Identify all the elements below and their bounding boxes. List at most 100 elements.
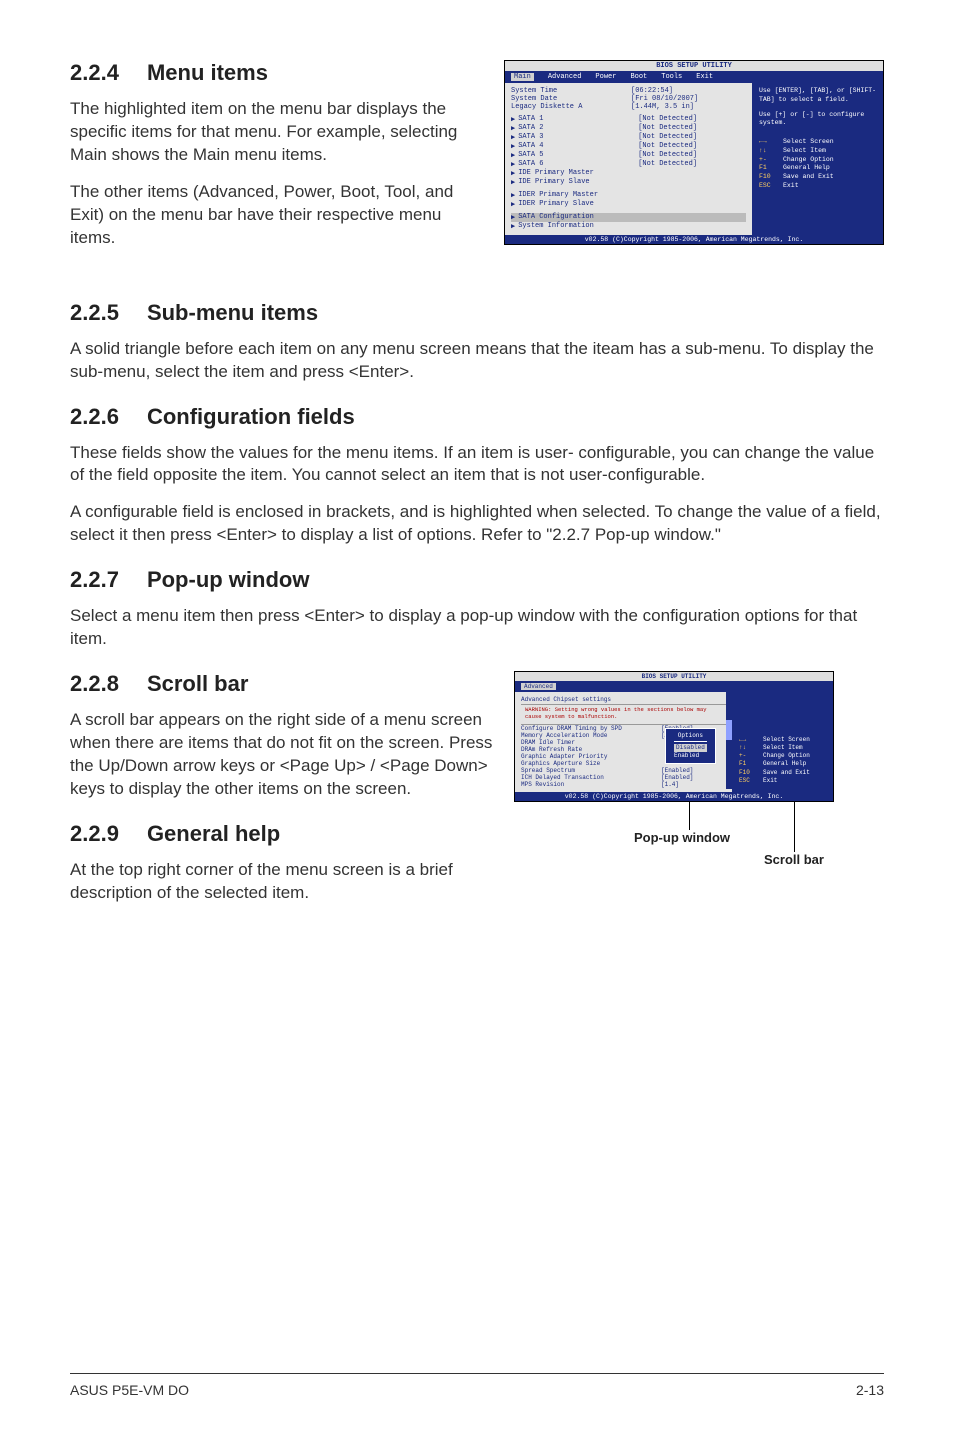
help-text: Use [ENTER], [TAB], or [SHIFT-TAB] to se… (759, 87, 877, 105)
field-label: ICH Delayed Transaction (521, 774, 661, 781)
field-label: Spread Spectrum (521, 767, 661, 774)
triangle-icon: ▶ (511, 151, 515, 160)
field-value: [Not Detected] (638, 133, 697, 142)
field-label: SATA 4 (518, 142, 638, 151)
field-label: Configure DRAM Timing by SPD (521, 725, 661, 732)
key-hint: ↑↓ (739, 744, 763, 752)
key-desc: Change Option (763, 752, 810, 759)
field-label: SATA Configuration (518, 213, 638, 222)
bios-tab: Exit (696, 73, 713, 81)
bios-copyright: v02.58 (C)Copyright 1985-2006, American … (505, 235, 883, 244)
bios-title: BIOS SETUP UTILITY (515, 672, 833, 681)
triangle-icon: ▶ (511, 222, 515, 231)
triangle-icon: ▶ (511, 213, 515, 222)
field-value: [Not Detected] (638, 115, 697, 124)
paragraph: The other items (Advanced, Power, Boot, … (70, 181, 486, 250)
popup-option: Enabled (674, 752, 707, 760)
field-label: Graphic Adapter Priority (521, 753, 661, 760)
field-value: [1.44M, 3.5 in] (631, 103, 694, 111)
field-label: IDER Primary Slave (518, 200, 638, 209)
heading-number: 2.2.4 (70, 60, 119, 86)
triangle-icon: ▶ (511, 191, 515, 200)
bios-tab: Boot (630, 73, 647, 81)
key-desc: Exit (763, 777, 777, 784)
key-desc: Select Screen (763, 736, 810, 743)
help-text: Use [+] or [-] to configure system. (759, 111, 877, 129)
field-label: DRAM Idle Timer (521, 739, 661, 746)
footer-left: ASUS P5E-VM DO (70, 1382, 189, 1398)
triangle-icon: ▶ (511, 169, 515, 178)
triangle-icon: ▶ (511, 115, 515, 124)
key-hint: ESC (739, 777, 763, 785)
triangle-icon: ▶ (511, 200, 515, 209)
key-desc: Change Option (783, 156, 834, 163)
field-value: [Fri 08/10/2007] (631, 95, 698, 103)
bios-scrollbar (726, 690, 732, 789)
heading-number: 2.2.7 (70, 567, 119, 593)
bios-warning: WARNING: Setting wrong values in the sec… (521, 705, 726, 725)
field-label: DRAm Refresh Rate (521, 746, 661, 753)
bios-help-panel: Use [ENTER], [TAB], or [SHIFT-TAB] to se… (753, 83, 883, 235)
field-label: IDE Primary Slave (518, 178, 638, 187)
heading-number: 2.2.6 (70, 404, 119, 430)
heading-number: 2.2.8 (70, 671, 119, 697)
key-hint: F10 (759, 173, 783, 182)
key-hint: ↑↓ (759, 147, 783, 156)
heading-229: 2.2.9General help (70, 821, 496, 847)
callout-popup-label: Pop-up window (634, 830, 730, 845)
heading-title: Menu items (147, 60, 268, 85)
heading-title: Sub-menu items (147, 300, 318, 325)
key-desc: Exit (783, 182, 799, 189)
key-hint: F10 (739, 769, 763, 777)
triangle-icon: ▶ (511, 142, 515, 151)
field-label: MPS Revision (521, 781, 661, 788)
bios-tab: Tools (661, 73, 682, 81)
field-label: SATA 5 (518, 151, 638, 160)
paragraph: A solid triangle before each item on any… (70, 338, 884, 384)
field-label: IDER Primary Master (518, 191, 638, 200)
heading-227: 2.2.7 Pop-up window (70, 567, 884, 593)
popup-option: Disabled (674, 744, 707, 752)
callout-scroll-label: Scroll bar (764, 852, 824, 867)
bios-popup-window: Options Disabled Enabled (665, 728, 716, 764)
heading-number: 2.2.9 (70, 821, 119, 847)
field-label: SATA 1 (518, 115, 638, 124)
bios-scrollthumb (726, 720, 732, 740)
triangle-icon: ▶ (511, 124, 515, 133)
key-desc: General Help (783, 164, 830, 171)
bios-menubar: Main Advanced Power Boot Tools Exit (505, 71, 883, 83)
heading-title: Pop-up window (147, 567, 310, 592)
field-value: [1.4] (661, 781, 679, 788)
bios-tab-main: Main (511, 73, 534, 81)
bios-tab: Advanced (548, 73, 582, 81)
field-label: SATA 2 (518, 124, 638, 133)
paragraph: A scroll bar appears on the right side o… (70, 709, 496, 801)
key-hint: ←→ (739, 736, 763, 744)
key-hint: ←→ (759, 138, 783, 147)
field-label: SATA 6 (518, 160, 638, 169)
bios-tab: Power (595, 73, 616, 81)
key-desc: Select Screen (783, 138, 834, 145)
bios-copyright: v02.58 (C)Copyright 1985-2006, American … (515, 792, 833, 801)
key-hint: ESC (759, 182, 783, 191)
triangle-icon: ▶ (511, 133, 515, 142)
field-label: SATA 3 (518, 133, 638, 142)
bios-tab-advanced: Advanced (521, 683, 556, 690)
field-label: System Information (518, 222, 638, 231)
paragraph: These fields show the values for the men… (70, 442, 884, 488)
field-value: [06:22:54] (631, 87, 673, 95)
field-label: Memory Acceleration Mode (521, 732, 661, 739)
bios-subtitle: Advanced Chipset settings (521, 696, 726, 705)
field-label: System Date (511, 95, 631, 103)
field-label: System Time (511, 87, 631, 95)
heading-224: 2.2.4 Menu items (70, 60, 486, 86)
heading-226: 2.2.6Configuration fields (70, 404, 884, 430)
field-value: [Enabled] (661, 767, 693, 774)
key-desc: Save and Exit (783, 173, 834, 180)
field-value: [Not Detected] (638, 151, 697, 160)
callout-line (794, 802, 795, 852)
field-value: [Enabled] (661, 774, 693, 781)
bios-title: BIOS SETUP UTILITY (505, 61, 883, 71)
bios-left-panel: System Time[06:22:54] System Date[Fri 08… (505, 83, 753, 235)
triangle-icon: ▶ (511, 160, 515, 169)
